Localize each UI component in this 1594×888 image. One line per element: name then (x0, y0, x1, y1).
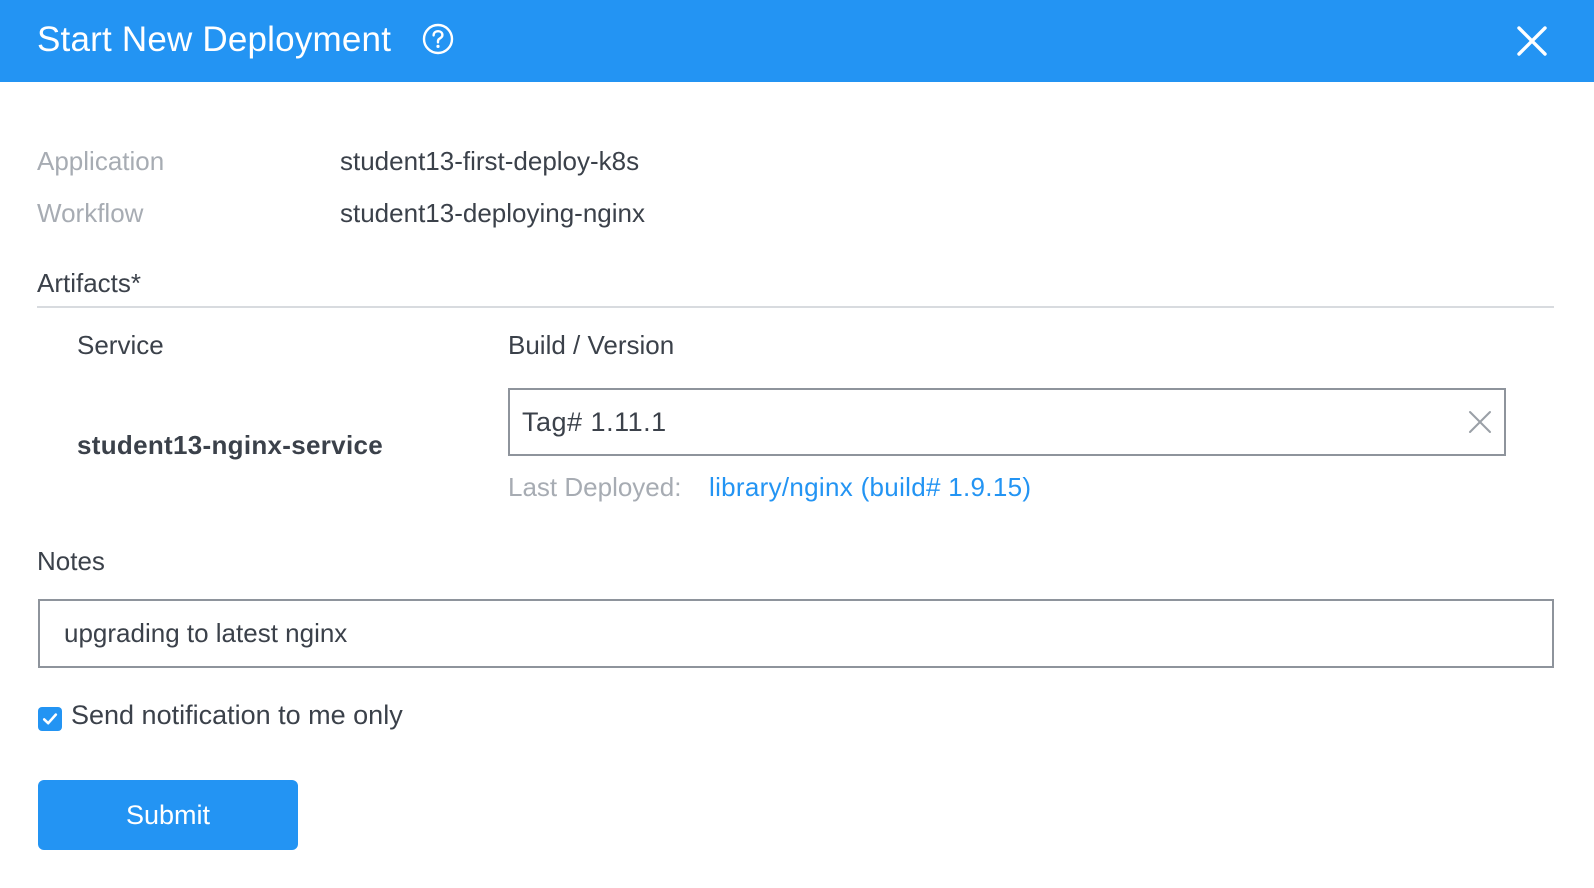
notify-me-only-checkbox[interactable] (38, 707, 62, 731)
selected-build-value: Tag# 1.11.1 (522, 407, 667, 437)
dialog-title: Start New Deployment (37, 20, 392, 59)
artifact-service-name: student13-nginx-service (77, 430, 383, 460)
help-circle-icon[interactable] (422, 23, 454, 55)
clear-selection-icon[interactable] (1468, 410, 1492, 434)
artifacts-section-title: Artifacts* (37, 268, 142, 298)
last-deployed-link[interactable]: library/nginx (build# 1.9.15) (709, 472, 1031, 503)
notes-label: Notes (37, 546, 105, 576)
start-deployment-dialog: Start New Deployment Application student… (0, 0, 1594, 888)
submit-button[interactable]: Submit (38, 780, 298, 850)
artifacts-divider (37, 306, 1554, 308)
notify-me-only-label[interactable]: Send notification to me only (71, 700, 403, 731)
application-label: Application (37, 146, 165, 176)
dialog-header: Start New Deployment (0, 0, 1594, 82)
last-deployed-label: Last Deployed: (508, 472, 682, 502)
workflow-label: Workflow (37, 198, 144, 228)
build-version-select[interactable]: Tag# 1.11.1 (508, 388, 1506, 456)
application-value: student13-first-deploy-k8s (340, 146, 640, 176)
close-icon[interactable] (1517, 26, 1547, 56)
notes-input[interactable] (38, 599, 1554, 668)
workflow-value: student13-deploying-nginx (340, 198, 645, 228)
build-version-column-header: Build / Version (508, 330, 675, 360)
service-column-header: Service (77, 330, 164, 360)
